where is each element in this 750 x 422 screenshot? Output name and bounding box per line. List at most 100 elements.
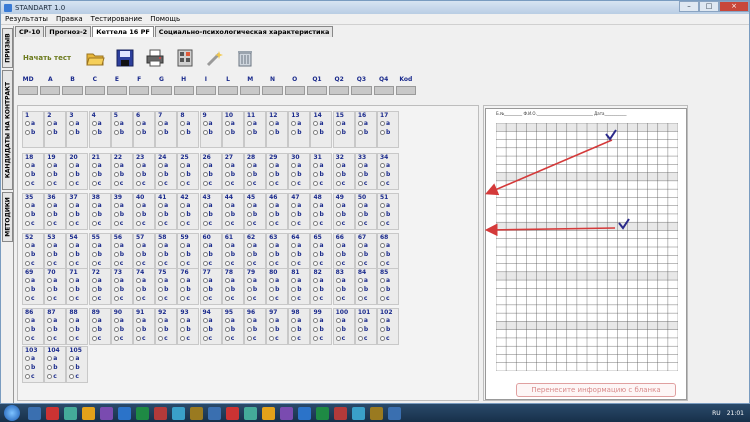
radio-button[interactable] — [91, 278, 97, 283]
answer-option[interactable]: a — [25, 355, 35, 362]
answer-option[interactable]: c — [25, 260, 35, 267]
answer-option[interactable]: b — [158, 286, 168, 293]
open-folder-icon[interactable] — [85, 48, 105, 68]
answer-option[interactable]: c — [246, 220, 256, 227]
radio-button[interactable] — [335, 261, 341, 266]
answer-option[interactable]: c — [113, 220, 123, 227]
radio-button[interactable] — [135, 252, 141, 257]
answer-option[interactable]: a — [224, 317, 235, 324]
answer-option[interactable]: a — [291, 242, 301, 249]
radio-button[interactable] — [357, 243, 363, 248]
menu-testing[interactable]: Тестирование — [91, 15, 143, 23]
answer-option[interactable]: a — [180, 242, 190, 249]
radio-button[interactable] — [180, 296, 186, 301]
radio-button[interactable] — [180, 336, 186, 341]
radio-button[interactable] — [47, 296, 53, 301]
answer-option[interactable]: b — [91, 326, 102, 333]
sidetab-conscription[interactable]: ПРИЗЫВ — [2, 28, 13, 68]
answer-option[interactable]: a — [335, 277, 346, 284]
answer-option[interactable]: b — [69, 326, 80, 333]
radio-button[interactable] — [135, 130, 141, 135]
answer-option[interactable]: b — [335, 211, 346, 218]
answer-option[interactable]: c — [224, 335, 234, 342]
folder-icon[interactable] — [100, 406, 113, 420]
app-icon[interactable] — [352, 406, 365, 420]
answer-option[interactable]: c — [313, 335, 323, 342]
radio-button[interactable] — [202, 163, 208, 168]
radio-button[interactable] — [224, 163, 230, 168]
answer-option[interactable]: c — [380, 335, 390, 342]
radio-button[interactable] — [113, 261, 119, 266]
radio-button[interactable] — [47, 278, 53, 283]
transfer-from-sheet-button[interactable]: Перенесите информацию с бланка — [516, 383, 676, 397]
radio-button[interactable] — [113, 130, 119, 135]
app-icon[interactable] — [190, 406, 203, 420]
radio-button[interactable] — [180, 221, 186, 226]
radio-button[interactable] — [357, 327, 363, 332]
radio-button[interactable] — [113, 121, 119, 126]
answer-option[interactable]: a — [246, 242, 257, 249]
answer-option[interactable]: a — [91, 277, 102, 284]
radio-button[interactable] — [158, 296, 164, 301]
answer-option[interactable]: a — [246, 277, 257, 284]
radio-button[interactable] — [335, 203, 341, 208]
answer-option[interactable]: c — [335, 220, 345, 227]
radio-button[interactable] — [291, 278, 297, 283]
answer-option[interactable]: b — [25, 171, 35, 178]
radio-button[interactable] — [47, 252, 53, 257]
answer-option[interactable]: b — [269, 129, 279, 136]
answer-option[interactable]: b — [335, 251, 346, 258]
answer-option[interactable]: a — [224, 242, 235, 249]
radio-button[interactable] — [269, 130, 275, 135]
radio-button[interactable] — [224, 296, 230, 301]
radio-button[interactable] — [335, 296, 341, 301]
answer-option[interactable]: c — [357, 180, 367, 187]
answer-option[interactable]: c — [380, 220, 390, 227]
radio-button[interactable] — [269, 181, 275, 186]
answer-option[interactable]: c — [113, 260, 123, 267]
radio-button[interactable] — [25, 261, 30, 266]
answer-option[interactable]: a — [291, 277, 301, 284]
radio-button[interactable] — [47, 365, 53, 370]
answer-option[interactable]: c — [47, 373, 57, 380]
radio-button[interactable] — [158, 252, 164, 257]
radio-button[interactable] — [180, 318, 186, 323]
radio-button[interactable] — [113, 327, 119, 332]
radio-button[interactable] — [380, 181, 385, 186]
radio-button[interactable] — [380, 252, 385, 257]
excel-icon[interactable] — [136, 406, 149, 420]
answer-option[interactable]: c — [180, 335, 190, 342]
radio-button[interactable] — [269, 212, 275, 217]
answer-option[interactable]: c — [158, 220, 168, 227]
radio-button[interactable] — [158, 203, 164, 208]
radio-button[interactable] — [269, 203, 275, 208]
answer-option[interactable]: a — [69, 120, 79, 127]
radio-button[interactable] — [291, 336, 297, 341]
radio-button[interactable] — [313, 172, 319, 177]
answer-option[interactable]: c — [335, 295, 345, 302]
answer-option[interactable]: b — [357, 251, 368, 258]
answer-option[interactable]: c — [47, 260, 57, 267]
answer-option[interactable]: a — [246, 202, 257, 209]
answer-option[interactable]: c — [313, 260, 323, 267]
answer-option[interactable]: b — [313, 211, 324, 218]
radio-button[interactable] — [291, 261, 297, 266]
radio-button[interactable] — [246, 130, 252, 135]
answer-option[interactable]: a — [113, 120, 124, 127]
radio-button[interactable] — [180, 278, 186, 283]
radio-button[interactable] — [69, 327, 75, 332]
radio-button[interactable] — [47, 356, 53, 361]
radio-button[interactable] — [113, 212, 119, 217]
answer-option[interactable]: c — [25, 373, 35, 380]
radio-button[interactable] — [246, 287, 252, 292]
answer-option[interactable]: a — [69, 355, 79, 362]
radio-button[interactable] — [246, 252, 252, 257]
radio-button[interactable] — [202, 221, 208, 226]
minimize-button[interactable]: – — [679, 1, 699, 12]
answer-option[interactable]: c — [25, 180, 35, 187]
radio-button[interactable] — [135, 287, 141, 292]
answer-option[interactable]: a — [113, 202, 124, 209]
radio-button[interactable] — [135, 261, 141, 266]
radio-button[interactable] — [158, 221, 164, 226]
radio-button[interactable] — [224, 121, 230, 126]
